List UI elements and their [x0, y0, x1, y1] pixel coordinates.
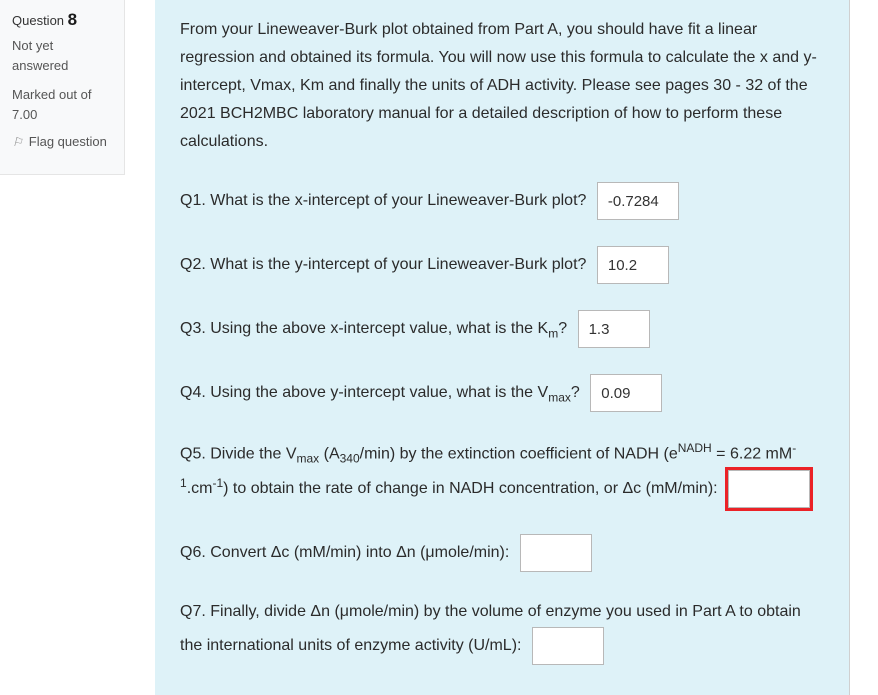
question-status: Not yet answered: [12, 36, 112, 75]
flag-label: Flag question: [29, 134, 107, 149]
q4-input[interactable]: [590, 374, 662, 412]
q3-input[interactable]: [578, 310, 650, 348]
question-label: Question: [12, 13, 64, 28]
q5-p1: Q5. Divide the V: [180, 445, 297, 462]
q7-row: Q7. Finally, divide Δn (μmole/min) by th…: [180, 598, 824, 665]
q1-input[interactable]: [597, 182, 679, 220]
q3-sub: m: [548, 326, 558, 340]
flag-icon: ⚐: [12, 135, 23, 149]
q2-input[interactable]: [597, 246, 669, 284]
page-container: Question 8 Not yet answered Marked out o…: [0, 0, 878, 695]
q6-input[interactable]: [520, 534, 592, 572]
q3-row: Q3. Using the above x-intercept value, w…: [180, 310, 824, 348]
intro-text: From your Lineweaver-Burk plot obtained …: [180, 16, 824, 156]
q5-sup1: NADH: [678, 441, 712, 455]
q4-row: Q4. Using the above y-intercept value, w…: [180, 374, 824, 412]
q2-row: Q2. What is the y-intercept of your Line…: [180, 246, 824, 284]
q5-sub2: 340: [340, 452, 360, 466]
flag-question-link[interactable]: ⚐ Flag question: [12, 134, 112, 149]
q6-label: Q6. Convert Δc (mM/min) into Δn (μmole/m…: [180, 544, 509, 561]
q5-p6: ) to obtain the rate of change in NADH c…: [223, 480, 717, 497]
q3-label-after: ?: [558, 320, 567, 337]
q4-label-before: Q4. Using the above y-intercept value, w…: [180, 384, 548, 401]
q6-row: Q6. Convert Δc (mM/min) into Δn (μmole/m…: [180, 534, 824, 572]
question-sidebar: Question 8 Not yet answered Marked out o…: [0, 0, 125, 175]
q5-p5: .cm: [187, 480, 213, 497]
marked-out-of: Marked out of 7.00: [12, 85, 112, 124]
q5-sup3: -1: [212, 476, 223, 490]
marked-prefix: Marked out of: [12, 87, 92, 102]
q5-p4: = 6.22 mM: [712, 445, 792, 462]
marked-value: 7.00: [12, 107, 37, 122]
question-content: From your Lineweaver-Burk plot obtained …: [155, 0, 850, 695]
q7-label: Q7. Finally, divide Δn (μmole/min) by th…: [180, 603, 801, 654]
q5-input[interactable]: [728, 470, 810, 508]
q3-label-before: Q3. Using the above x-intercept value, w…: [180, 320, 548, 337]
question-number-value: 8: [68, 10, 77, 29]
q1-label: Q1. What is the x-intercept of your Line…: [180, 192, 586, 209]
q5-row: Q5. Divide the Vmax (A340/min) by the ex…: [180, 438, 824, 508]
q5-p3: /min) by the extinction coefficient of N…: [360, 445, 678, 462]
q5-p2: (A: [319, 445, 339, 462]
q5-sub1: max: [297, 452, 320, 466]
q2-label: Q2. What is the y-intercept of your Line…: [180, 256, 586, 273]
q4-sub: max: [548, 390, 571, 404]
q4-label-after: ?: [571, 384, 580, 401]
q7-input[interactable]: [532, 627, 604, 665]
q1-row: Q1. What is the x-intercept of your Line…: [180, 182, 824, 220]
question-number: Question 8: [12, 10, 112, 30]
